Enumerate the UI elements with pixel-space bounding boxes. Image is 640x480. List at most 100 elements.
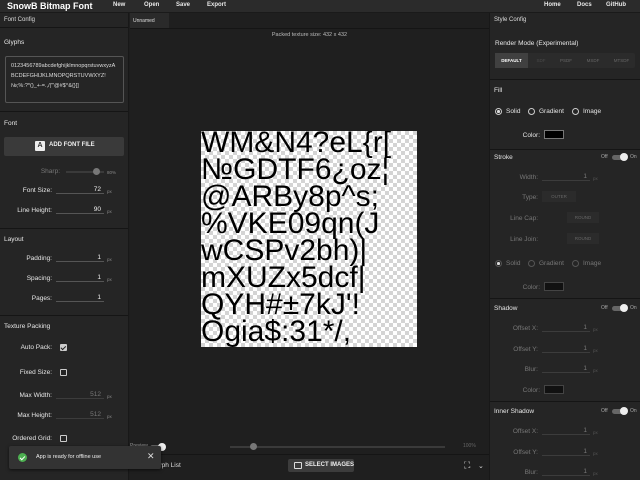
line-join-select[interactable]: ROUND xyxy=(567,233,599,244)
add-font-label: ADD FONT FILE xyxy=(49,142,95,148)
add-font-file-button[interactable]: A ADD FONT FILE xyxy=(4,137,124,156)
render-mode-psdf[interactable]: PSDF xyxy=(554,53,578,68)
stroke-heading: Stroke xyxy=(494,154,513,161)
fill-image-label: Image xyxy=(583,108,602,115)
font-config-panel: Font Config Glyphs 0123456789abcdefghijk… xyxy=(0,13,129,480)
panel-title: Style Config xyxy=(494,17,527,23)
top-bar: SnowB Bitmap Font New Open Save Export H… xyxy=(0,0,640,13)
divider xyxy=(130,454,489,455)
zoom-slider[interactable] xyxy=(230,446,445,448)
inner-shadow-heading: Inner Shadow xyxy=(494,408,535,415)
auto-pack-label: Auto Pack: xyxy=(20,344,52,351)
padding-label: Padding: xyxy=(26,255,52,262)
stroke-width-label: Width: xyxy=(519,174,538,181)
inner-offset-x-input[interactable]: 1 xyxy=(542,427,590,435)
packed-size-label: Packed texture size: 432 x 432 xyxy=(271,32,348,38)
link-github[interactable]: GitHub xyxy=(606,2,626,8)
menu-save[interactable]: Save xyxy=(176,2,190,8)
stroke-color-swatch[interactable] xyxy=(544,282,564,291)
glyph-texture-canvas[interactable]: WM&N4?eL{r[№GDTF6¿oz¦ @ARBy8p^s; %VKE09qn(… xyxy=(201,131,417,347)
fixed-size-label: Fixed Size: xyxy=(19,369,52,376)
shadow-offset-y-input[interactable]: 1 xyxy=(542,345,590,353)
render-mode-msdf[interactable]: MSDF xyxy=(580,53,606,68)
padding-unit: px xyxy=(107,257,112,262)
style-config-panel: Style Config Render Mode (Experimental) … xyxy=(489,13,640,480)
stroke-off-label: Off xyxy=(601,154,608,160)
fill-image-radio[interactable] xyxy=(572,108,579,115)
menu-new[interactable]: New xyxy=(113,2,125,8)
stroke-toggle[interactable] xyxy=(612,153,628,161)
texture-packing-heading: Texture Packing xyxy=(4,323,51,330)
zoom-slider-thumb[interactable] xyxy=(250,443,258,450)
menu-export[interactable]: Export xyxy=(207,2,226,8)
toast-message: App is ready for offline use xyxy=(36,454,102,460)
shadow-heading: Shadow xyxy=(494,305,518,312)
render-mode-sdf[interactable]: SDF xyxy=(530,53,552,68)
ordered-grid-checkbox[interactable] xyxy=(60,435,67,442)
shadow-blur-input[interactable]: 1 xyxy=(542,365,590,373)
divider xyxy=(490,79,640,80)
shadow-on-label: On xyxy=(630,305,637,311)
line-height-input[interactable]: 90 xyxy=(56,206,104,214)
spacing-unit: px xyxy=(107,277,112,282)
sharp-value: 80% xyxy=(107,170,117,175)
chevron-down-icon[interactable]: ⌄ xyxy=(478,462,484,470)
shadow-offset-y-label: Offset Y: xyxy=(513,346,538,353)
shadow-color-swatch[interactable] xyxy=(544,385,564,394)
fill-color-swatch[interactable] xyxy=(544,130,564,139)
workspace: Unnamed Packed texture size: 432 x 432 W… xyxy=(130,13,489,480)
fixed-size-checkbox[interactable] xyxy=(60,369,67,376)
stroke-width-input[interactable]: 1 xyxy=(542,173,590,181)
inner-shadow-toggle[interactable] xyxy=(612,407,628,415)
spacing-input[interactable]: 1 xyxy=(56,274,104,282)
divider xyxy=(130,28,489,29)
inner-offset-x-label: Offset X: xyxy=(512,428,538,435)
max-height-input[interactable]: 512 xyxy=(56,411,104,419)
select-images-button[interactable]: SELECT IMAGES xyxy=(288,459,354,472)
font-size-input[interactable]: 72 xyxy=(56,186,104,194)
shadow-offset-x-input[interactable]: 1 xyxy=(542,324,590,332)
line-height-unit: px xyxy=(107,209,112,214)
stroke-image-label: Image xyxy=(583,260,602,267)
link-docs[interactable]: Docs xyxy=(577,2,592,8)
stroke-color-label: Color: xyxy=(522,284,540,291)
stroke-image-radio[interactable] xyxy=(572,260,579,267)
inner-offset-y-input[interactable]: 1 xyxy=(542,448,590,456)
close-icon[interactable]: ✕ xyxy=(147,451,155,462)
glyphs-input[interactable]: 0123456789abcdefghijklmnopqrstuvwxyzABCD… xyxy=(5,56,124,103)
fill-color-label: Color: xyxy=(522,132,540,139)
layout-heading: Layout xyxy=(4,236,24,243)
render-mode-default[interactable]: DEFAULT xyxy=(495,53,528,68)
fill-gradient-label: Gradient xyxy=(539,108,564,115)
stroke-gradient-label: Gradient xyxy=(539,260,564,267)
inner-offset-x-unit: px xyxy=(593,430,598,435)
divider xyxy=(0,111,128,112)
line-height-label: Line Height: xyxy=(17,207,52,214)
menu-open[interactable]: Open xyxy=(144,2,159,8)
inner-blur-input[interactable]: 1 xyxy=(542,468,590,476)
fill-solid-radio[interactable] xyxy=(495,108,502,115)
line-cap-select[interactable]: ROUND xyxy=(567,212,599,223)
max-height-label: Max Height: xyxy=(17,412,52,419)
sharp-slider-thumb[interactable] xyxy=(92,168,100,175)
project-tab[interactable]: Unnamed xyxy=(130,13,169,28)
max-width-unit: px xyxy=(107,394,112,399)
divider xyxy=(0,315,128,316)
fullscreen-icon[interactable]: ⛶ xyxy=(464,460,470,471)
shadow-toggle[interactable] xyxy=(612,304,628,312)
stroke-solid-radio[interactable] xyxy=(495,260,502,267)
render-mode-mtsdf[interactable]: MTSDF xyxy=(608,53,635,68)
stroke-gradient-radio[interactable] xyxy=(528,260,535,267)
pages-input[interactable]: 1 xyxy=(56,294,104,302)
project-tab-label: Unnamed xyxy=(133,18,155,24)
stroke-type-select[interactable]: OUTER xyxy=(542,191,576,202)
fill-gradient-radio[interactable] xyxy=(528,108,535,115)
sharp-label: Sharp: xyxy=(40,168,60,175)
max-width-input[interactable]: 512 xyxy=(56,391,104,399)
pages-label: Pages: xyxy=(31,295,52,302)
link-home[interactable]: Home xyxy=(544,2,561,8)
font-size-unit: px xyxy=(107,189,112,194)
select-images-label: SELECT IMAGES xyxy=(305,462,355,468)
padding-input[interactable]: 1 xyxy=(56,254,104,262)
auto-pack-checkbox[interactable] xyxy=(60,344,67,351)
